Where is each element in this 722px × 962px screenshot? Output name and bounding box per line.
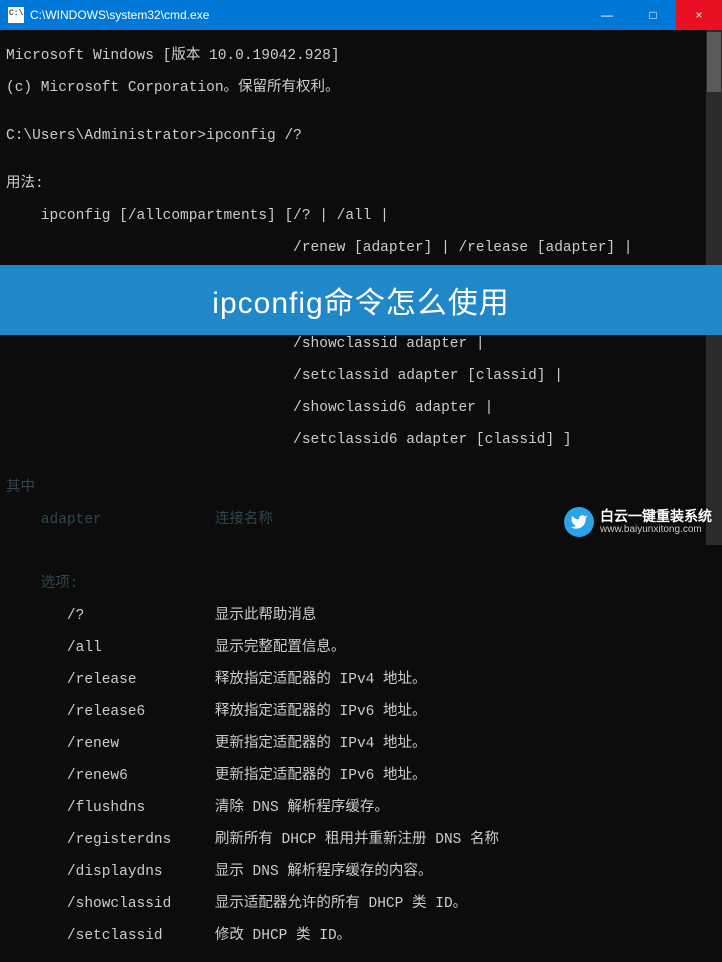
- output-line: (c) Microsoft Corporation。保留所有权利。: [6, 80, 716, 96]
- output-line: /displaydns 显示 DNS 解析程序缓存的内容。: [6, 864, 716, 880]
- window-controls: — □ ×: [584, 0, 722, 30]
- output-line: 其中: [6, 480, 716, 496]
- output-line: /release 释放指定适配器的 IPv4 地址。: [6, 672, 716, 688]
- watermark: 白云一键重装系统 www.baiyunxitong.com: [564, 507, 712, 537]
- minimize-button[interactable]: —: [584, 0, 630, 30]
- output-line: /renew [adapter] | /release [adapter] |: [6, 240, 716, 256]
- output-line: ipconfig [/allcompartments] [/? | /all |: [6, 208, 716, 224]
- window-titlebar: C:\WINDOWS\system32\cmd.exe — □ ×: [0, 0, 722, 30]
- output-line: /setclassid6 adapter [classid] ]: [6, 432, 716, 448]
- output-line: /setclassid 修改 DHCP 类 ID。: [6, 928, 716, 944]
- output-line: 用法:: [6, 176, 716, 192]
- overlay-banner: ipconfig命令怎么使用: [0, 265, 722, 335]
- prompt-line: C:\Users\Administrator>ipconfig /?: [6, 128, 716, 144]
- watermark-title: 白云一键重装系统: [600, 509, 712, 524]
- watermark-url: www.baiyunxitong.com: [600, 524, 712, 535]
- output-line: /showclassid 显示适配器允许的所有 DHCP 类 ID。: [6, 896, 716, 912]
- output-line: /setclassid adapter [classid] |: [6, 368, 716, 384]
- output-line: /registerdns 刷新所有 DHCP 租用并重新注册 DNS 名称: [6, 832, 716, 848]
- output-line: /renew 更新指定适配器的 IPv4 地址。: [6, 736, 716, 752]
- output-line: /release6 释放指定适配器的 IPv6 地址。: [6, 704, 716, 720]
- maximize-button[interactable]: □: [630, 0, 676, 30]
- close-button[interactable]: ×: [676, 0, 722, 30]
- scrollbar-thumb[interactable]: [707, 32, 721, 92]
- output-line: Microsoft Windows [版本 10.0.19042.928]: [6, 48, 716, 64]
- overlay-title: ipconfig命令怎么使用: [212, 278, 509, 322]
- output-line: /renew6 更新指定适配器的 IPv6 地址。: [6, 768, 716, 784]
- watermark-text: 白云一键重装系统 www.baiyunxitong.com: [600, 509, 712, 535]
- output-line: /showclassid adapter |: [6, 336, 716, 352]
- output-line: /flushdns 清除 DNS 解析程序缓存。: [6, 800, 716, 816]
- output-line: /? 显示此帮助消息: [6, 608, 716, 624]
- output-line: /all 显示完整配置信息。: [6, 640, 716, 656]
- cmd-icon: [8, 7, 24, 23]
- output-line: /showclassid6 adapter |: [6, 400, 716, 416]
- terminal-output[interactable]: Microsoft Windows [版本 10.0.19042.928] (c…: [0, 30, 722, 962]
- output-line: 选项:: [6, 576, 716, 592]
- window-title: C:\WINDOWS\system32\cmd.exe: [30, 8, 584, 22]
- bird-icon: [564, 507, 594, 537]
